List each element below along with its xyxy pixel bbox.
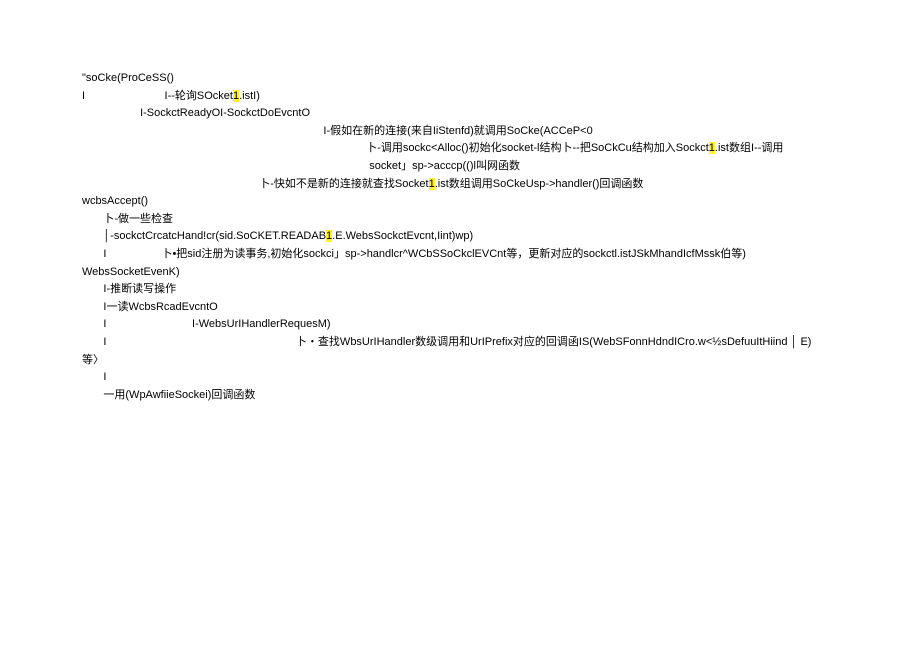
text-line: I I--轮询SOcket1.istI) (82, 88, 860, 106)
text-line: 一用(WpAwfiieSockei)回调函数 (82, 387, 860, 405)
text-line: WebsSocketEvenK) (82, 264, 860, 282)
text-line: socket」sp->acccp(()l叫网函数 (82, 158, 860, 176)
text-line: I-SockctReadyOI-SockctDoEvcntO (82, 105, 860, 123)
text-line: I 卜•把sid注册为读事务,初始化sockci」sp->handlcr^WCb… (82, 246, 860, 264)
text-line: I 卜・查找WbsUrIHandler数级调用和UrIPrefix对应的回调函I… (82, 334, 860, 352)
text-line: 卜-调用sockc<Alloc()初始化socket-l结构卜--把SoCkCu… (82, 140, 860, 158)
text-line: 等〉 (82, 352, 860, 370)
text-line: I I-WebsUrIHandlerRequesM) (82, 316, 860, 334)
document-page: "soCke(ProCeSS() I I--轮询SOcket1.istI) I-… (0, 0, 920, 404)
text-line: "soCke(ProCeSS() (82, 70, 860, 88)
text-line: I-假如在新的连接(来自IiStenfd)就调用SoCke(ACCeP<0 (82, 123, 860, 141)
text-line: I (82, 369, 860, 387)
text-line: │-sockctCrcatcHand!cr(sid.SoCKET.READAB1… (82, 228, 860, 246)
text-line: wcbsAccept() (82, 193, 860, 211)
text-line: 卜-做一些检查 (82, 211, 860, 229)
text-line: I一读WcbsRcadEvcntO (82, 299, 860, 317)
text-line: 卜-快如不是新的连接就查找Socket1.ist数组调用SoCkeUsp->ha… (82, 176, 860, 194)
text-line: I-推断读写操作 (82, 281, 860, 299)
